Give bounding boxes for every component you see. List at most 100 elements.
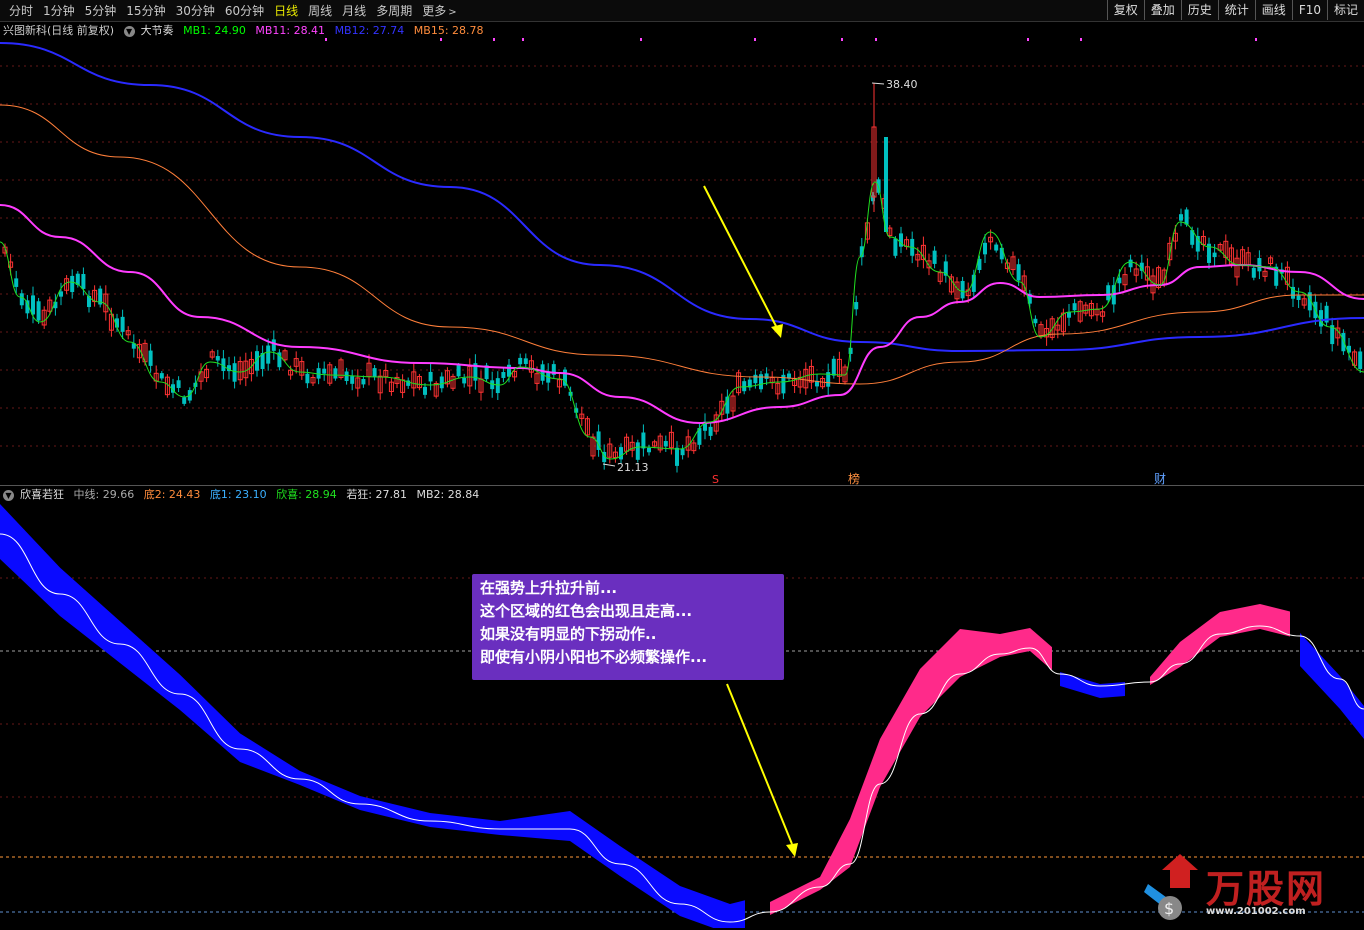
history-button[interactable]: 历史 xyxy=(1180,0,1218,20)
statistics-button[interactable]: 统计 xyxy=(1217,0,1255,20)
candle-body-down xyxy=(708,426,713,436)
tab-more-label: 更多 xyxy=(422,4,447,18)
tab-multi-period[interactable]: 多周期 xyxy=(371,2,417,22)
tab-1min[interactable]: 1分钟 xyxy=(38,2,80,22)
mb12-line xyxy=(0,42,1364,353)
period-toolbar: 分时 1分钟 5分钟 15分钟 30分钟 60分钟 日线 周线 月线 多周期 更… xyxy=(0,0,1364,22)
mb11-line xyxy=(0,204,1364,425)
candle-body-down xyxy=(81,274,86,289)
candle-body-down xyxy=(518,357,523,365)
mb1-value: MB1: 24.90 xyxy=(183,24,246,37)
main-indicator-name[interactable]: 大节奏 xyxy=(141,24,174,37)
mid-line-value: 中线: 29.66 xyxy=(73,488,135,501)
candle-body-down xyxy=(232,363,237,382)
tab-60min[interactable]: 60分钟 xyxy=(220,2,269,22)
marker-cai: 财 xyxy=(1154,472,1166,486)
tab-monthly[interactable]: 月线 xyxy=(337,2,371,22)
candle-body-down xyxy=(1128,259,1133,268)
logo-url: www.201002.com xyxy=(1206,906,1306,917)
candle-body-down xyxy=(495,378,500,394)
tab-5min[interactable]: 5分钟 xyxy=(80,2,122,22)
event-tick xyxy=(1080,38,1082,41)
tab-15min[interactable]: 15分钟 xyxy=(121,2,170,22)
mb15-value: MB15: 28.78 xyxy=(413,24,484,37)
chevron-down-icon[interactable]: ▼ xyxy=(3,489,14,501)
sub-indicator-name[interactable]: 欣喜若狂 xyxy=(20,488,64,501)
right-buttons: 复权 叠加 历史 统计 画线 F10 标记 xyxy=(1106,0,1364,20)
candle-body-down xyxy=(1179,214,1183,221)
candle-body-down xyxy=(523,358,528,364)
candle-body-down xyxy=(1067,312,1071,318)
arrowhead-sub xyxy=(786,843,798,857)
event-tick xyxy=(841,38,843,41)
candle-body-down xyxy=(19,293,24,306)
candle-body-down xyxy=(1212,252,1217,258)
event-tick xyxy=(493,38,495,41)
tab-30min[interactable]: 30分钟 xyxy=(171,2,220,22)
candles xyxy=(2,83,1363,473)
top-event-ticks xyxy=(325,38,1257,41)
sub-info-bar: ▼ 欣喜若狂 中线: 29.66 底2: 24.43 底1: 23.10 欣喜: … xyxy=(0,486,485,504)
mark-button[interactable]: 标记 xyxy=(1326,0,1364,20)
yellow-arrow-sub xyxy=(726,683,793,845)
candle-body-down xyxy=(439,376,444,389)
candle-body-down xyxy=(271,339,276,351)
callout-line-3: 如果没有明显的下拐动作.. xyxy=(480,625,657,643)
kline-chart[interactable]: 38.40 21.13 S 榜 财 xyxy=(0,37,1364,487)
candle-body-down xyxy=(983,242,987,255)
yellow-arrow-main xyxy=(703,185,779,331)
candle-body-down xyxy=(854,302,859,310)
f10-button[interactable]: F10 xyxy=(1291,0,1327,20)
event-tick xyxy=(875,38,877,41)
candle-body-down xyxy=(344,371,349,382)
tab-weekly[interactable]: 周线 xyxy=(303,2,337,22)
ruokuang-value: 若狂: 27.81 xyxy=(346,488,408,501)
low-price-pointer xyxy=(602,463,616,467)
candle-body-down xyxy=(1341,332,1346,352)
candle-body-down xyxy=(1072,303,1077,311)
candle-body-down xyxy=(59,291,63,297)
candle-body-down xyxy=(501,372,506,378)
candle-body-down xyxy=(36,301,41,321)
stock-title[interactable]: 兴图新科(日线 前复权) xyxy=(3,24,114,37)
mb12-value: MB12: 27.74 xyxy=(334,24,405,37)
candle-body-down xyxy=(1117,277,1122,284)
candle-body-down xyxy=(361,379,366,385)
candle-body-down xyxy=(764,373,769,379)
peak-candle-body-down xyxy=(884,137,888,232)
candle-body-down xyxy=(316,368,321,379)
tab-fenshi[interactable]: 分时 xyxy=(4,2,38,22)
tab-daily[interactable]: 日线 xyxy=(269,2,303,22)
event-tick xyxy=(640,38,642,41)
mb1-line xyxy=(0,181,1364,460)
candle-body-down xyxy=(1251,267,1256,278)
tab-more[interactable]: 更多 > xyxy=(417,2,461,22)
candle-body-down xyxy=(1296,295,1301,300)
candle-body-down xyxy=(182,397,187,404)
candle-body-down xyxy=(322,368,327,374)
overlay-button[interactable]: 叠加 xyxy=(1143,0,1181,20)
candle-body-down xyxy=(663,441,668,447)
xinxi-value: 欣喜: 28.94 xyxy=(276,488,337,501)
candle-body-down xyxy=(1184,209,1189,225)
callout-line-2: 这个区域的红色会出现且走高... xyxy=(480,602,693,620)
candle-body-down xyxy=(831,358,836,376)
candle-body-down xyxy=(159,373,164,379)
callout-line-4: 即使有小阴小阳也不必频繁操作... xyxy=(480,648,708,666)
arrowhead-main xyxy=(771,324,783,338)
candle-body-down xyxy=(215,356,220,361)
candle-body-down xyxy=(176,380,181,388)
chevron-down-icon[interactable]: ▼ xyxy=(123,25,135,37)
candle-body-down xyxy=(635,442,640,460)
logo-text: 万股网 xyxy=(1206,867,1327,911)
candle-body-down xyxy=(994,244,999,251)
candle-body-down xyxy=(647,447,651,453)
fuquan-button[interactable]: 复权 xyxy=(1106,0,1144,20)
candle-body-down xyxy=(619,447,623,460)
event-tick xyxy=(325,38,327,41)
low-price-label: 21.13 xyxy=(617,461,649,474)
draw-line-button[interactable]: 画线 xyxy=(1254,0,1292,20)
ribbon-blue-right xyxy=(1300,633,1364,739)
candle-body-down xyxy=(1358,351,1363,369)
di2-value: 底2: 24.43 xyxy=(143,488,201,501)
